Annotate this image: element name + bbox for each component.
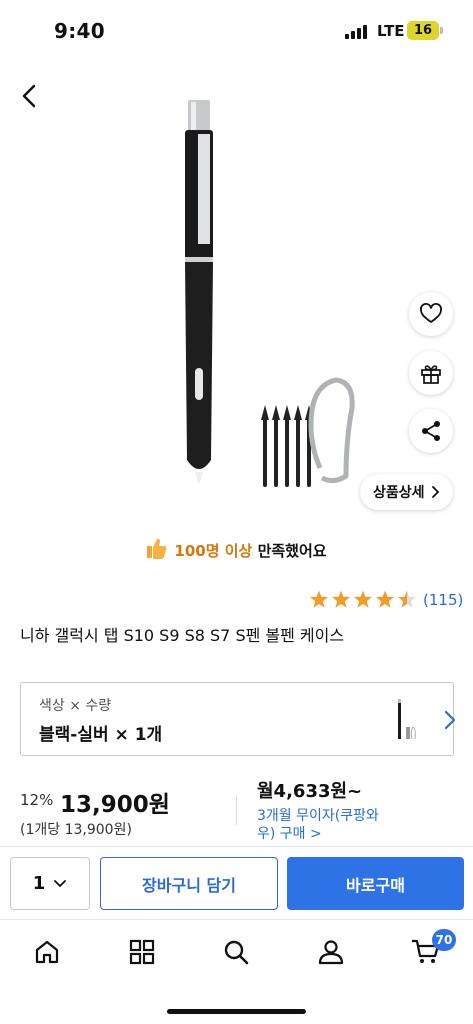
satisfaction-text: 만족했어요 xyxy=(252,542,327,560)
battery-tip xyxy=(440,27,443,34)
star-rating-icon xyxy=(309,590,417,608)
home-icon xyxy=(35,940,59,964)
tab-bar xyxy=(0,920,473,986)
gift-button[interactable] xyxy=(409,351,453,395)
tab-search[interactable] xyxy=(214,934,258,970)
tab-my[interactable] xyxy=(309,934,353,970)
search-icon xyxy=(224,940,249,965)
gift-icon xyxy=(421,365,441,384)
star-icon xyxy=(309,590,329,608)
installment-link[interactable]: 3개월 무이자(쿠팡와우) 구매 > xyxy=(257,807,397,843)
star-icon xyxy=(397,590,417,608)
home-indicator xyxy=(167,1009,306,1014)
quantity-value: 1 xyxy=(32,873,46,894)
buy-now-button[interactable]: 바로구매 xyxy=(287,857,464,910)
satisfaction-banner: 100명 이상 만족했어요 xyxy=(0,536,473,561)
detail-label: 상품상세 xyxy=(373,485,425,501)
star-icon xyxy=(375,590,395,608)
share-icon xyxy=(422,421,440,441)
product-detail-button[interactable]: 상품상세 xyxy=(360,474,453,510)
product-title: 니하 갤럭시 탭 S10 S9 S8 S7 S펜 볼펜 케이스 xyxy=(20,626,345,645)
monthly-price: 월4,633원~ xyxy=(257,781,363,802)
chevron-right-icon xyxy=(431,486,439,498)
star-icon xyxy=(353,590,373,608)
heart-icon xyxy=(420,303,442,323)
purchase-bar: 1 장바구니 담기 바로구매 xyxy=(0,846,473,920)
option-selector[interactable]: 색상 × 수량 블랙-실버 × 1개 xyxy=(20,682,456,756)
battery-icon: 16 xyxy=(407,21,439,40)
option-thumbnail xyxy=(398,699,416,740)
thumbs-up-icon xyxy=(147,538,167,559)
status-bar: 9:40 LTE 16 xyxy=(0,0,473,62)
wishlist-button[interactable] xyxy=(409,292,453,336)
category-icon xyxy=(129,939,155,965)
review-count[interactable]: (115) xyxy=(423,591,463,609)
network-label: LTE xyxy=(377,22,405,40)
share-button[interactable] xyxy=(409,409,453,453)
price-divider xyxy=(236,797,237,825)
chevron-down-icon xyxy=(54,879,67,887)
rating[interactable]: (115) xyxy=(309,590,463,610)
signal-icon xyxy=(345,24,371,39)
quantity-select[interactable]: 1 xyxy=(10,857,90,910)
unit-price: (1개당 13,900원) xyxy=(20,822,132,838)
option-label: 색상 × 수량 xyxy=(39,698,112,714)
price-section: 12% 13,900원 (1개당 13,900원) 월4,633원~ 3개월 무… xyxy=(0,775,473,847)
user-icon xyxy=(318,940,344,965)
tab-category[interactable] xyxy=(120,934,164,970)
sale-price: 13,900원 xyxy=(60,792,170,818)
tab-home[interactable] xyxy=(25,934,69,970)
back-button[interactable] xyxy=(14,80,44,112)
star-icon xyxy=(331,590,351,608)
option-value: 블랙-실버 × 1개 xyxy=(39,725,163,745)
cart-badge: 70 xyxy=(432,929,456,951)
product-image[interactable] xyxy=(140,100,390,500)
status-time: 9:40 xyxy=(54,19,105,43)
chevron-left-icon xyxy=(22,84,36,108)
satisfaction-highlight: 100명 이상 xyxy=(174,542,253,560)
add-to-cart-button[interactable]: 장바구니 담기 xyxy=(100,857,278,910)
discount-rate: 12% xyxy=(20,791,54,809)
chevron-right-icon xyxy=(444,710,456,730)
